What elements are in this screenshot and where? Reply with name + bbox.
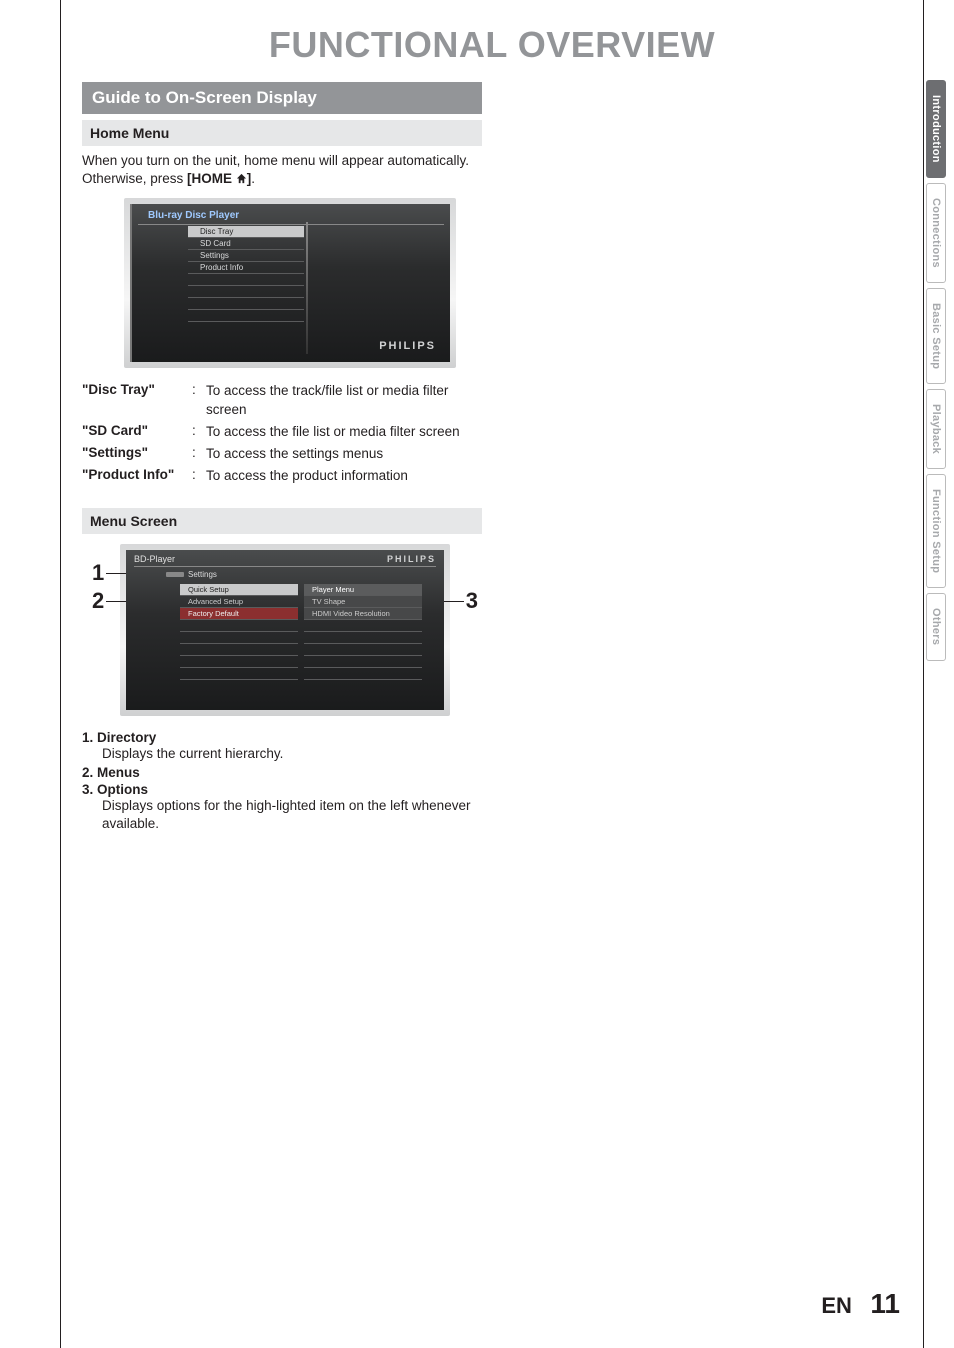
brand-label: PHILIPS <box>379 340 436 352</box>
def-sep: : <box>192 467 206 485</box>
callout-1: 1 <box>92 560 104 586</box>
def-desc: To access the file list or media filter … <box>206 423 482 441</box>
def-term: "Settings" <box>82 445 192 463</box>
breadcrumb: Settings <box>166 570 217 579</box>
brand-label: PHILIPS <box>387 554 436 564</box>
settings-right-col: Player Menu TV Shape HDMI Video Resoluti… <box>304 584 422 680</box>
menu-screen-heading: Menu Screen <box>82 508 482 534</box>
content-area: FUNCTIONAL OVERVIEW Guide to On-Screen D… <box>60 0 924 835</box>
callout-2: 2 <box>92 588 104 614</box>
tab-others[interactable]: Others <box>926 593 946 660</box>
list-item-empty <box>180 656 298 668</box>
list-item: TV Shape <box>304 596 422 608</box>
page-title: FUNCTIONAL OVERVIEW <box>82 24 902 66</box>
home-item-empty <box>188 298 304 310</box>
list-item: Advanced Setup <box>180 596 298 608</box>
tab-playback[interactable]: Playback <box>926 389 946 469</box>
footer-page: 11 <box>870 1288 900 1319</box>
list-item: Player Menu <box>304 584 422 596</box>
list-item-empty <box>304 656 422 668</box>
menu-screen-shot-wrap: 1 2 3 BD-Player PHILIPS Settings Quick S… <box>94 544 476 716</box>
tv-header: Blu-ray Disc Player <box>138 210 444 225</box>
list-item: 2. Menus <box>82 765 482 780</box>
list-item: HDMI Video Resolution <box>304 608 422 620</box>
tv-top-label: BD-Player <box>134 554 175 564</box>
list-item: 3. Options Displays options for the high… <box>82 782 482 833</box>
home-item: Product Info <box>188 262 304 274</box>
callout-list: 1. Directory Displays the current hierar… <box>82 730 482 834</box>
def-sep: : <box>192 382 206 418</box>
list-item-empty <box>180 620 298 632</box>
tv-screen: BD-Player PHILIPS Settings Quick Setup A… <box>126 550 444 710</box>
def-sep: : <box>192 445 206 463</box>
list-item-empty <box>180 644 298 656</box>
section-heading: Guide to On-Screen Display <box>82 82 482 114</box>
tv-frame: BD-Player PHILIPS Settings Quick Setup A… <box>120 544 450 716</box>
home-item: SD Card <box>188 238 304 250</box>
def-desc: To access the settings menus <box>206 445 482 463</box>
intro-pre: When you turn on the unit, home menu wil… <box>82 153 469 186</box>
def-term: "Product Info" <box>82 467 192 485</box>
list-label: 1. Directory <box>82 730 482 745</box>
footer-lang: EN <box>821 1293 852 1318</box>
tv-topbar: BD-Player PHILIPS <box>134 554 436 567</box>
left-column: Guide to On-Screen Display Home Menu Whe… <box>82 82 482 833</box>
def-row: "SD Card" : To access the file list or m… <box>82 423 482 441</box>
callout-3: 3 <box>466 588 478 614</box>
home-item-empty <box>188 286 304 298</box>
settings-left-col: Quick Setup Advanced Setup Factory Defau… <box>180 584 298 680</box>
home-menu-screenshot: Blu-ray Disc Player Disc Tray SD Card Se… <box>124 198 456 368</box>
list-item-empty <box>304 668 422 680</box>
list-item: Quick Setup <box>180 584 298 596</box>
list-label: 3. Options <box>82 782 482 797</box>
def-row: "Settings" : To access the settings menu… <box>82 445 482 463</box>
list-item-empty <box>304 632 422 644</box>
home-item-empty <box>188 274 304 286</box>
def-desc: To access the product information <box>206 467 482 485</box>
def-term: "SD Card" <box>82 423 192 441</box>
home-key-label: [HOME <box>187 171 236 186</box>
home-item: Disc Tray <box>188 226 304 238</box>
def-term: "Disc Tray" <box>82 382 192 418</box>
def-row: "Disc Tray" : To access the track/file l… <box>82 382 482 418</box>
list-item-empty <box>304 644 422 656</box>
home-menu-heading: Home Menu <box>82 120 482 146</box>
page-footer: EN 11 <box>821 1288 900 1320</box>
list-item-empty <box>304 620 422 632</box>
list-desc: Displays options for the high-lighted it… <box>82 797 482 833</box>
list-item: 1. Directory Displays the current hierar… <box>82 730 482 763</box>
tab-function-setup[interactable]: Function Setup <box>926 474 946 588</box>
definitions: "Disc Tray" : To access the track/file l… <box>82 382 482 485</box>
home-item: Settings <box>188 250 304 262</box>
list-item-empty <box>180 668 298 680</box>
tab-basic-setup[interactable]: Basic Setup <box>926 288 946 384</box>
tab-connections[interactable]: Connections <box>926 183 946 283</box>
def-sep: : <box>192 423 206 441</box>
def-desc: To access the track/file list or media f… <box>206 382 482 418</box>
home-icon <box>236 173 247 184</box>
list-label: 2. Menus <box>82 765 482 780</box>
menu-divider <box>306 222 308 354</box>
list-item: Factory Default <box>180 608 298 620</box>
tv-screen: Blu-ray Disc Player Disc Tray SD Card Se… <box>130 204 450 362</box>
home-menu-intro: When you turn on the unit, home menu wil… <box>82 152 482 188</box>
side-tabs: Introduction Connections Basic Setup Pla… <box>924 80 948 661</box>
tab-introduction[interactable]: Introduction <box>926 80 946 178</box>
intro-post: . <box>251 171 255 186</box>
home-menu-list: Disc Tray SD Card Settings Product Info <box>188 226 304 322</box>
home-item-empty <box>188 310 304 322</box>
list-item-empty <box>180 632 298 644</box>
def-row: "Product Info" : To access the product i… <box>82 467 482 485</box>
list-desc: Displays the current hierarchy. <box>82 745 482 763</box>
